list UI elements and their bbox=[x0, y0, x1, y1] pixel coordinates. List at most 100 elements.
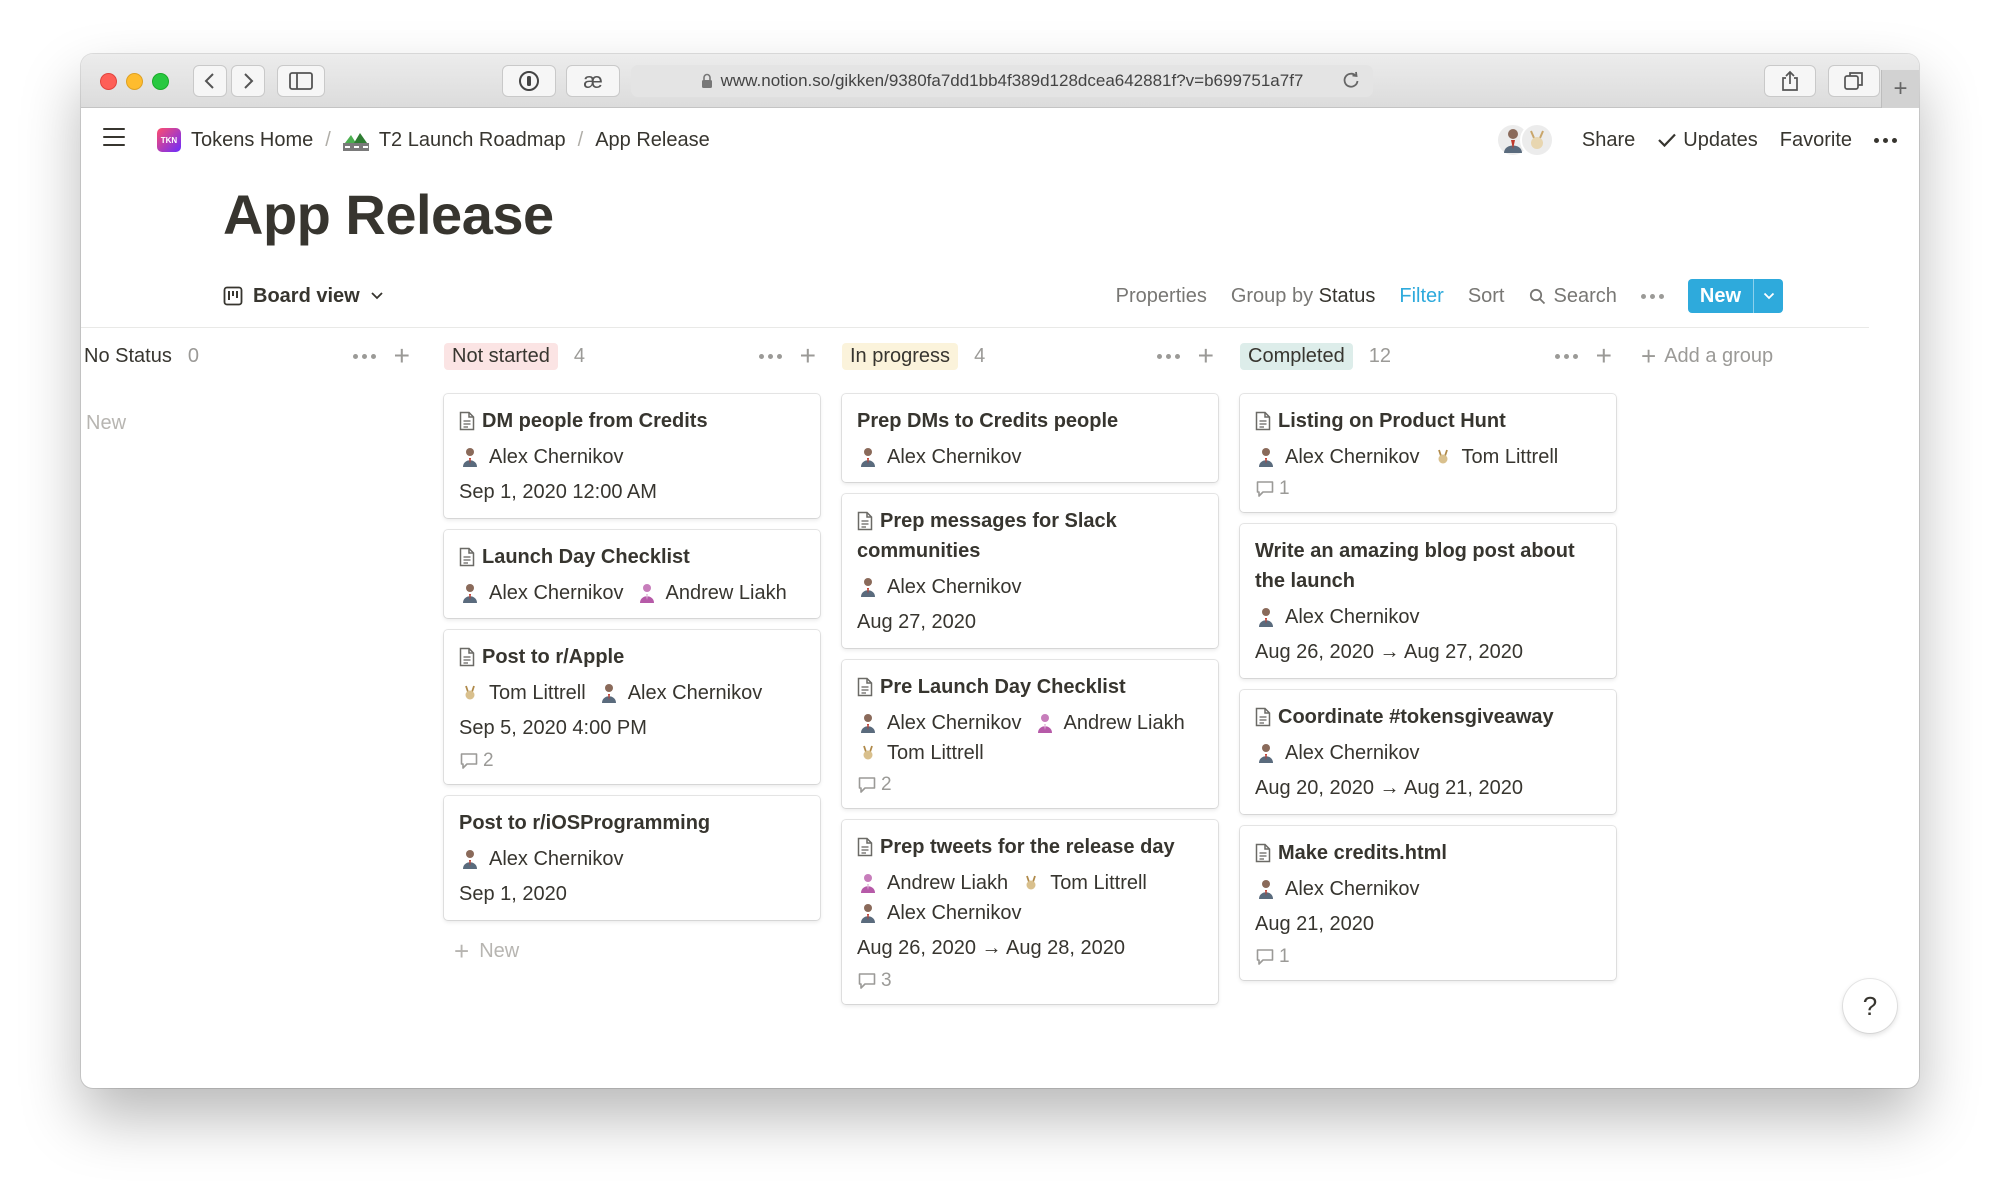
address-bar[interactable]: www.notion.so/gikken/9380fa7dd1bb4f389d1… bbox=[631, 65, 1373, 97]
breadcrumb-item-app-release[interactable]: App Release bbox=[589, 129, 716, 152]
check-icon bbox=[1658, 133, 1677, 148]
board-card[interactable]: Pre Launch Day Checklist Alex Chernikov An… bbox=[842, 660, 1218, 808]
board-card[interactable]: Launch Day Checklist Alex Chernikov Andrew… bbox=[444, 530, 820, 618]
page-icon bbox=[459, 411, 475, 431]
close-window-button[interactable] bbox=[100, 73, 117, 90]
help-button[interactable]: ? bbox=[1843, 979, 1897, 1033]
board-card[interactable]: Make credits.html Alex Chernikov Aug 21, 2… bbox=[1240, 826, 1616, 980]
assignee: Tom Littrell bbox=[857, 740, 984, 766]
new-card-button[interactable]: + New bbox=[454, 938, 519, 964]
reload-icon[interactable] bbox=[1341, 70, 1361, 90]
new-card-button[interactable]: New bbox=[86, 412, 126, 435]
card-comments[interactable]: 2 bbox=[857, 774, 1203, 796]
back-button[interactable] bbox=[193, 65, 227, 97]
status-badge: Completed bbox=[1240, 342, 1353, 370]
assignee: Alex Chernikov bbox=[1255, 444, 1420, 470]
assignee: Alex Chernikov bbox=[1255, 604, 1420, 630]
avatar bbox=[1255, 446, 1277, 468]
tab-overview-button[interactable] bbox=[1828, 65, 1880, 97]
board-card[interactable]: Coordinate #tokensgiveaway Alex Chernikov… bbox=[1240, 690, 1616, 814]
filter-button[interactable]: Filter bbox=[1399, 285, 1443, 308]
avatar bbox=[857, 742, 879, 764]
search-button[interactable]: Search bbox=[1529, 285, 1617, 308]
collaborator-avatars[interactable] bbox=[1495, 123, 1554, 157]
board-card[interactable]: Listing on Product Hunt Alex Chernikov Tom… bbox=[1240, 394, 1616, 512]
board-card[interactable]: Prep messages for Slack communities Alex … bbox=[842, 494, 1218, 648]
column-options-icon[interactable] bbox=[352, 353, 376, 359]
column-options-icon[interactable] bbox=[1156, 353, 1180, 359]
board-card[interactable]: Prep DMs to Credits people Alex Chernikov bbox=[842, 394, 1218, 482]
add-group-button[interactable]: + Add a group bbox=[1641, 328, 1773, 384]
add-card-icon[interactable]: + bbox=[394, 342, 410, 370]
board-card[interactable]: Post to r/Apple Tom Littrell Alex Cherniko… bbox=[444, 630, 820, 784]
comment-count: 1 bbox=[1279, 478, 1290, 499]
zoom-window-button[interactable] bbox=[152, 73, 169, 90]
column-tools: + bbox=[1554, 342, 1616, 370]
group-by-button[interactable]: Group by Status bbox=[1231, 285, 1376, 308]
add-card-icon[interactable]: + bbox=[800, 342, 816, 370]
share-sheet-button[interactable] bbox=[1764, 65, 1816, 97]
assignee-name: Alex Chernikov bbox=[489, 446, 624, 468]
card-title: Post to r/iOSProgramming bbox=[459, 808, 805, 838]
ae-extension-button[interactable]: æ bbox=[566, 65, 620, 97]
properties-button[interactable]: Properties bbox=[1116, 285, 1207, 308]
board-card[interactable]: Post to r/iOSProgramming Alex Chernikov Se… bbox=[444, 796, 820, 920]
comment-icon bbox=[1256, 481, 1274, 497]
add-card-icon[interactable]: + bbox=[1596, 342, 1612, 370]
card-comments[interactable]: 3 bbox=[857, 970, 1203, 992]
board-view-icon bbox=[223, 286, 243, 306]
new-tab-button[interactable]: + bbox=[1881, 70, 1919, 108]
card-comments[interactable]: 1 bbox=[1255, 946, 1601, 968]
favorite-button[interactable]: Favorite bbox=[1780, 129, 1852, 152]
card-date: Aug 21, 2020 bbox=[1255, 913, 1374, 935]
more-options-icon[interactable] bbox=[1874, 137, 1897, 143]
card-assignees: Tom Littrell Alex Chernikov bbox=[459, 680, 805, 706]
avatar bbox=[1255, 742, 1277, 764]
breadcrumb-item-launch-roadmap[interactable]: T2 Launch Roadmap bbox=[337, 129, 572, 152]
app-logo-icon: TKN bbox=[157, 128, 181, 152]
share-icon bbox=[1782, 70, 1798, 91]
card-title: Launch Day Checklist bbox=[459, 542, 805, 572]
page-icon bbox=[459, 547, 475, 567]
column-tools: + bbox=[1156, 342, 1218, 370]
board-card[interactable]: Write an amazing blog post about the lau… bbox=[1240, 524, 1616, 678]
card-date: Sep 5, 2020 4:00 PM bbox=[459, 717, 647, 739]
page-title[interactable]: App Release bbox=[223, 182, 554, 247]
column-options-icon[interactable] bbox=[758, 353, 782, 359]
new-item-dropdown[interactable] bbox=[1753, 279, 1783, 313]
view-bar: Board view Properties Group by Status Fi… bbox=[223, 278, 1783, 314]
updates-button[interactable]: Updates bbox=[1657, 129, 1758, 152]
more-view-options-icon[interactable] bbox=[1640, 293, 1664, 299]
group-by-value: Status bbox=[1318, 284, 1376, 307]
new-item-button[interactable]: New bbox=[1687, 279, 1783, 313]
view-selector[interactable]: Board view bbox=[223, 285, 384, 308]
forward-button[interactable] bbox=[231, 65, 265, 97]
board-card[interactable]: Prep tweets for the release day Andrew Li… bbox=[842, 820, 1218, 1004]
card-title-text: Prep tweets for the release day bbox=[880, 836, 1175, 858]
column-tools: + bbox=[352, 342, 414, 370]
breadcrumb-item-tokens-home[interactable]: TKN Tokens Home bbox=[151, 128, 319, 152]
menu-icon[interactable] bbox=[103, 128, 125, 148]
board-card[interactable]: DM people from Credits Alex Chernikov Sep … bbox=[444, 394, 820, 518]
minimize-window-button[interactable] bbox=[126, 73, 143, 90]
card-comments[interactable]: 2 bbox=[459, 750, 805, 772]
url-text: www.notion.so/gikken/9380fa7dd1bb4f389d1… bbox=[720, 71, 1304, 90]
card-comments[interactable]: 1 bbox=[1255, 478, 1601, 500]
assignee-name: Tom Littrell bbox=[887, 742, 984, 764]
status-badge: Not started bbox=[444, 342, 558, 370]
column-options-icon[interactable] bbox=[1554, 353, 1578, 359]
add-card-icon[interactable]: + bbox=[1198, 342, 1214, 370]
plus-icon: + bbox=[1893, 75, 1908, 102]
card-title-text: Write an amazing blog post about the lau… bbox=[1255, 540, 1575, 592]
tabs-icon bbox=[1844, 72, 1863, 90]
column-header: Not started 4 + bbox=[444, 328, 820, 384]
comment-icon bbox=[858, 777, 876, 793]
sort-button[interactable]: Sort bbox=[1468, 285, 1505, 308]
password-extension-button[interactable] bbox=[502, 65, 556, 97]
sidebar-toggle-button[interactable] bbox=[277, 65, 325, 97]
avatar bbox=[857, 872, 879, 894]
group-by-label: Group by bbox=[1230, 284, 1314, 307]
share-button[interactable]: Share bbox=[1582, 129, 1635, 152]
plus-icon: + bbox=[454, 936, 470, 966]
sidebar-icon bbox=[289, 72, 313, 90]
